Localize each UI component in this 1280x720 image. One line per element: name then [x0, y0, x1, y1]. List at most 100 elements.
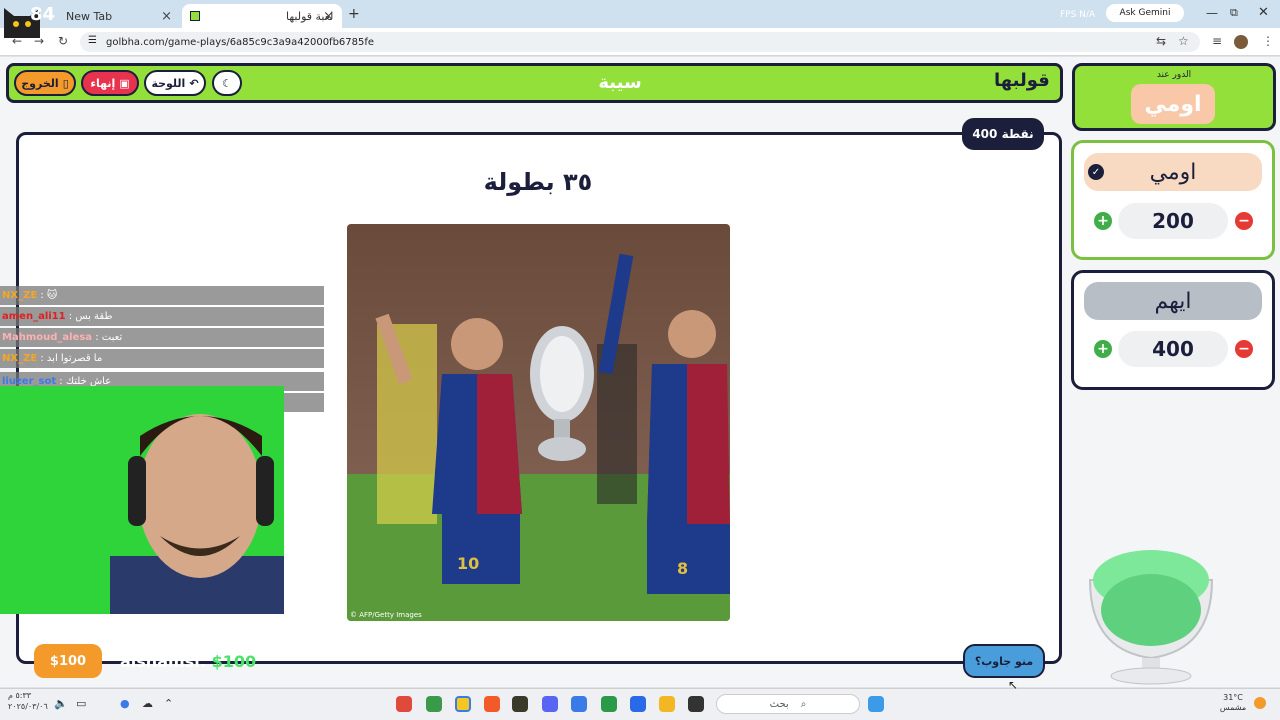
minimize-icon[interactable]: —: [1206, 6, 1218, 20]
translate-icon[interactable]: ⇆: [1156, 34, 1166, 48]
network-icon[interactable]: ▭: [76, 697, 86, 710]
chat-user: Mahmoud_alesa: [2, 332, 93, 343]
photo-credit: © AFP/Getty Images: [350, 611, 422, 619]
active-check-icon: ✓: [1088, 164, 1104, 180]
weather-text: مشمس: [1219, 703, 1247, 712]
add-points-icon[interactable]: +: [1094, 212, 1112, 230]
fps-readout: FPS N/A: [1060, 10, 1096, 20]
exit-button[interactable]: الخروج ▯: [14, 70, 76, 96]
time-text: ٥:٣٣ م: [8, 691, 32, 700]
weather-widget[interactable]: 31°C مشمس: [1216, 693, 1250, 713]
sun-icon: [1254, 697, 1266, 709]
team-score: 400: [1118, 331, 1228, 367]
question-text: ٣٥ بطولة: [483, 168, 593, 196]
address-bar[interactable]: ☰ golbha.com/game-plays/6a85c9c3a9a42000…: [80, 32, 1200, 52]
svg-text:10: 10: [457, 554, 479, 573]
taskbar-search[interactable]: بحث ⌕: [716, 694, 860, 714]
add-points-icon[interactable]: +: [1094, 340, 1112, 358]
windows-start-icon[interactable]: [868, 696, 884, 712]
viewer-count: 84: [30, 4, 56, 25]
exit-label: الخروج: [21, 76, 59, 90]
ask-gemini-button[interactable]: Ask Gemini: [1106, 4, 1184, 22]
game-logo[interactable]: قولبها: [994, 70, 1050, 91]
restore-icon[interactable]: ⧉: [1230, 6, 1238, 20]
taskbar-clock[interactable]: ٥:٣٣ م ٢٠٢٥/٠٣/٠٦: [8, 690, 48, 712]
close-tab-icon[interactable]: ×: [323, 9, 334, 24]
chrome-icon[interactable]: [396, 696, 412, 712]
search-icon: ⌕: [800, 698, 807, 710]
date-text: ٢٠٢٥/٠٣/٠٦: [8, 702, 48, 711]
profile-avatar[interactable]: [1234, 35, 1248, 49]
ask-gemini-label: Ask Gemini: [1119, 8, 1171, 18]
app-icon[interactable]: [512, 696, 528, 712]
turn-label: الدور عند: [1156, 70, 1192, 80]
remove-points-icon[interactable]: −: [1235, 340, 1253, 358]
chat-user: NX_ZE: [2, 290, 38, 301]
donor-name: alshamsi:: [120, 652, 207, 671]
search-placeholder: بحث: [769, 698, 789, 710]
close-window-icon[interactable]: ✕: [1258, 5, 1269, 20]
streamer-webcam: [0, 386, 284, 614]
end-game-button[interactable]: إنهاء ▣: [81, 70, 139, 96]
chat-text: تعبت: [101, 332, 123, 343]
whatsapp-icon[interactable]: [601, 696, 617, 712]
chrome-icon[interactable]: [426, 696, 442, 712]
chat-message: amen_ali11 : طقة بس: [0, 307, 324, 326]
question-photo: 10 8: [347, 224, 730, 621]
tab-label: New Tab: [66, 9, 113, 23]
webcam-overlay: [0, 386, 284, 614]
chat-text: 🐱: [46, 290, 58, 301]
team-score: 200: [1118, 203, 1228, 239]
menu-kebab-icon[interactable]: ⋮: [1262, 34, 1274, 48]
end-label: إنهاء: [90, 76, 116, 90]
team-name: اومي: [1084, 153, 1262, 191]
board-button[interactable]: اللوحة ↶: [144, 70, 206, 96]
moon-icon: ☾: [222, 76, 232, 90]
undo-arrow-icon: ↶: [189, 76, 199, 90]
donation-pill: $100: [34, 644, 102, 678]
board-label: اللوحة: [151, 76, 186, 90]
chat-message: NX_ZE : 🐱: [0, 286, 324, 305]
mic-icon[interactable]: ●: [120, 697, 130, 710]
bookmark-star-icon[interactable]: ☆: [1178, 34, 1189, 48]
chat-text: ما قصرتوا ابد: [46, 353, 103, 364]
site-info-icon[interactable]: ☰: [88, 35, 97, 46]
clipboard-icon: ▣: [119, 76, 130, 90]
close-tab-icon[interactable]: ×: [161, 9, 172, 24]
temperature-text: 31°C: [1223, 693, 1243, 702]
who-answered-button[interactable]: منو جاوب؟: [963, 644, 1045, 678]
team-name: ايهم: [1084, 282, 1262, 320]
points-badge: 400 نقطة: [962, 118, 1044, 150]
chrome-icon[interactable]: [571, 696, 587, 712]
brave-icon[interactable]: [484, 696, 500, 712]
chat-user: NX_ZE: [2, 353, 38, 364]
chat-message: Mahmoud_alesa : تعبت: [0, 328, 324, 347]
store-icon[interactable]: [630, 696, 646, 712]
discord-icon[interactable]: [542, 696, 558, 712]
chat-user: amen_ali11: [2, 311, 66, 322]
chat-message: NX_ZE : ما قصرتوا ابد: [0, 349, 324, 368]
football-trophy-photo: 10 8: [347, 224, 730, 621]
browser-tab-game[interactable]: لعبة قولبها ×: [182, 4, 342, 28]
new-tab-icon[interactable]: +: [348, 6, 360, 22]
bowl-graphic: [1086, 540, 1216, 686]
chrome-icon[interactable]: [455, 696, 471, 712]
chat-text: طقة بس: [75, 311, 113, 322]
category-title: سيبة: [598, 72, 642, 93]
url-text: golbha.com/game-plays/6a85c9c3a9a42000fb…: [106, 36, 375, 48]
media-icon[interactable]: ≡: [1212, 34, 1222, 48]
terminal-icon[interactable]: [688, 696, 704, 712]
speaker-icon[interactable]: 🔈: [54, 697, 68, 710]
door-icon: ▯: [62, 76, 69, 90]
svg-text:8: 8: [677, 559, 688, 578]
favicon-icon: [190, 11, 200, 21]
chevron-up-icon[interactable]: ⌃: [164, 697, 173, 710]
cloud-icon[interactable]: ☁: [142, 697, 153, 710]
folder-icon[interactable]: [659, 696, 675, 712]
turn-team-name: اومي: [1131, 84, 1215, 124]
donor-amount: $100: [211, 652, 257, 671]
donation-alert: alshamsi: $100: [120, 652, 256, 671]
bowl-icon: [1088, 550, 1214, 685]
remove-points-icon[interactable]: −: [1235, 212, 1253, 230]
dark-mode-toggle[interactable]: ☾: [212, 70, 242, 96]
